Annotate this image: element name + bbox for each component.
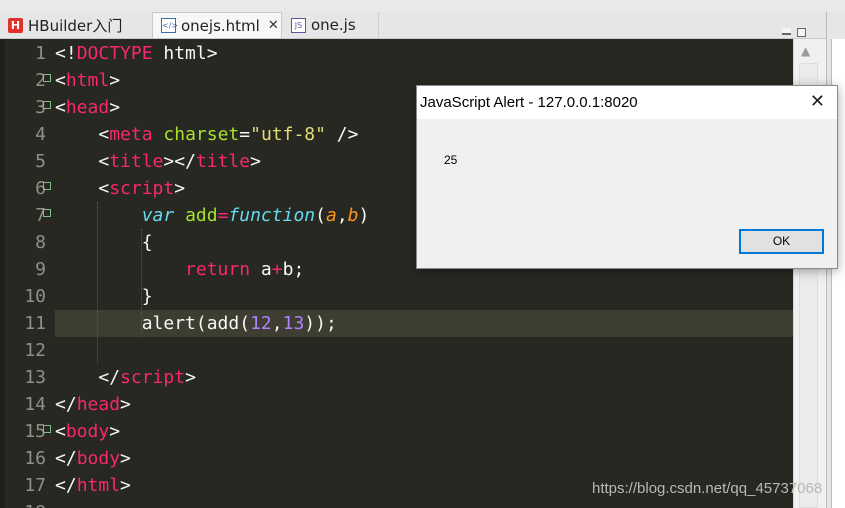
fold-toggle-icon[interactable]: [43, 74, 51, 82]
line-number: 5: [35, 151, 46, 172]
line-number: 12: [24, 340, 46, 361]
indent-guide: [140, 229, 142, 337]
code-line[interactable]: </head>: [55, 391, 131, 418]
dialog-titlebar: JavaScript Alert - 127.0.0.1:8020 ✕: [417, 86, 837, 119]
line-number: 1: [35, 43, 46, 64]
tab-onejs-html[interactable]: </> onejs.html ✕: [152, 12, 282, 38]
javascript-alert-dialog: JavaScript Alert - 127.0.0.1:8020 ✕ 25 O…: [416, 85, 838, 269]
line-number: 16: [24, 448, 46, 469]
line-number: 2: [35, 70, 46, 91]
line-number: 17: [24, 475, 46, 496]
close-icon[interactable]: ✕: [810, 91, 825, 112]
code-line[interactable]: return a+b;: [55, 256, 304, 283]
code-line[interactable]: {: [55, 229, 153, 256]
code-line[interactable]: <script>: [55, 175, 185, 202]
ok-button[interactable]: OK: [739, 229, 824, 254]
line-number: 11: [24, 313, 46, 334]
line-number: 7: [35, 205, 46, 226]
minimize-icon[interactable]: [782, 28, 791, 35]
tab-hbuilder-intro[interactable]: H HBuilder入门: [0, 12, 150, 38]
scroll-up-icon[interactable]: ▲: [801, 44, 810, 58]
fold-toggle-icon[interactable]: [43, 209, 51, 217]
line-number: 6: [35, 178, 46, 199]
line-number: 4: [35, 124, 46, 145]
maximize-icon[interactable]: [797, 28, 806, 37]
code-line[interactable]: <body>: [55, 418, 120, 445]
code-line[interactable]: </body>: [55, 445, 131, 472]
code-line[interactable]: <title></title>: [55, 148, 261, 175]
editor-window-controls: [782, 28, 806, 37]
line-number: 15: [24, 421, 46, 442]
code-line[interactable]: }: [55, 283, 153, 310]
hbuilder-icon: H: [8, 17, 23, 33]
watermark: https://blog.csdn.net/qq_45737068: [592, 480, 823, 497]
code-line[interactable]: </html>: [55, 472, 131, 499]
code-line[interactable]: </script>: [55, 364, 196, 391]
html-file-icon: </>: [161, 18, 178, 33]
fold-toggle-icon[interactable]: [43, 425, 51, 433]
code-line[interactable]: <html>: [55, 67, 120, 94]
dialog-title: JavaScript Alert - 127.0.0.1:8020: [420, 94, 638, 111]
fold-toggle-icon[interactable]: [43, 101, 51, 109]
line-number: 13: [24, 367, 46, 388]
line-number: 8: [35, 232, 46, 253]
js-file-icon: JS: [291, 17, 306, 33]
indent-guide: [97, 202, 99, 364]
alert-message: 25: [444, 153, 458, 167]
line-number: 3: [35, 97, 46, 118]
tab-label: one.js: [311, 16, 356, 34]
code-line[interactable]: <meta charset="utf-8" />: [55, 121, 358, 148]
tab-one-js[interactable]: JS one.js: [283, 12, 379, 38]
tab-label: onejs.html: [181, 16, 260, 35]
close-tab-icon[interactable]: ✕: [268, 18, 279, 33]
line-number: 18: [0, 499, 46, 508]
top-strip: [0, 0, 845, 12]
code-line[interactable]: <!DOCTYPE html>: [55, 40, 218, 67]
editor-left-edge: [0, 39, 5, 508]
tab-label: HBuilder入门: [28, 16, 123, 35]
code-line[interactable]: var add=function(a,b): [55, 202, 370, 229]
line-number: 9: [35, 259, 46, 280]
line-number: 10: [24, 286, 46, 307]
line-number: 14: [24, 394, 46, 415]
code-line[interactable]: <head>: [55, 94, 120, 121]
fold-toggle-icon[interactable]: [43, 182, 51, 190]
editor-tab-bar: H HBuilder入门 </> onejs.html ✕ JS one.js: [0, 12, 830, 39]
